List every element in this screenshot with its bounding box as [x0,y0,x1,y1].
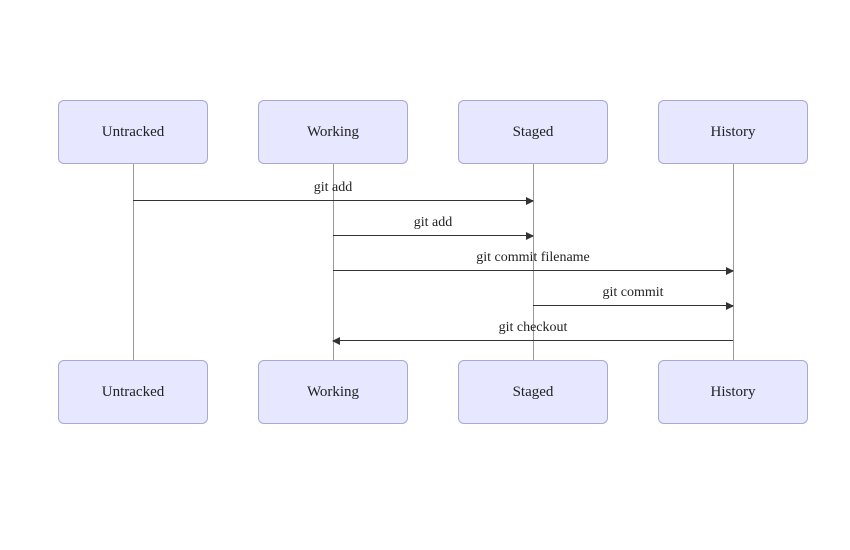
actor-label: Untracked [102,384,164,401]
actor-history-bottom: History [658,360,808,424]
message-arrow-1 [333,235,533,236]
message-arrow-2 [333,270,733,271]
sequence-diagram: Untracked Untracked Working Working Staged St… [0,0,850,550]
message-arrow-4 [333,340,733,341]
message-label-0: git add [133,180,533,196]
actor-label: Working [307,384,359,401]
actor-label: Staged [513,124,554,141]
message-arrow-0 [133,200,533,201]
actor-working-bottom: Working [258,360,408,424]
actor-staged-bottom: Staged [458,360,608,424]
actor-untracked-top: Untracked [58,100,208,164]
actor-label: History [711,384,756,401]
actor-label: History [711,124,756,141]
actor-staged-top: Staged [458,100,608,164]
actor-label: Working [307,124,359,141]
message-label-4: git checkout [333,320,733,336]
actor-label: Staged [513,384,554,401]
message-label-1: git add [333,215,533,231]
actor-working-top: Working [258,100,408,164]
message-arrow-3 [533,305,733,306]
actor-untracked-bottom: Untracked [58,360,208,424]
actor-history-top: History [658,100,808,164]
message-label-2: git commit filename [333,250,733,266]
lifeline-history [733,164,734,360]
actor-label: Untracked [102,124,164,141]
message-label-3: git commit [533,285,733,301]
